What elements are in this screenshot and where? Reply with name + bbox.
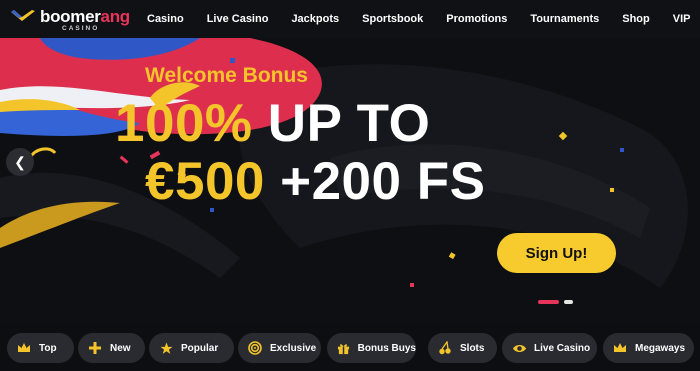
hero-banner: Welcome Bonus 100% UP TO €500 +200 FS ❮ … [0, 38, 700, 323]
category-top[interactable]: Top [7, 333, 74, 363]
game-category-bar: Top New Popular Exclusive Bonus Buys Slo… [0, 323, 700, 371]
cherries-icon [437, 340, 453, 356]
main-menu: Casino Live Casino Jackpots Sportsbook P… [147, 0, 700, 38]
nav-casino[interactable]: Casino [147, 13, 184, 25]
category-label: Megaways [635, 342, 686, 354]
sign-up-button[interactable]: Sign Up! [497, 233, 616, 273]
category-label: Popular [181, 342, 219, 354]
star-icon [158, 340, 174, 356]
bonus-headline: 100% UP TO €500 +200 FS [115, 95, 485, 211]
gift-icon [336, 340, 351, 356]
brand-name-part1: boomer [40, 7, 101, 26]
nav-sportsbook[interactable]: Sportsbook [362, 13, 423, 25]
category-megaways[interactable]: Megaways [603, 333, 694, 363]
chevron-left-icon: ❮ [14, 153, 26, 170]
eye-icon [511, 340, 527, 356]
category-label: Bonus Buys [357, 342, 416, 354]
welcome-bonus-label: Welcome Bonus [145, 64, 308, 87]
category-label: Slots [460, 342, 485, 354]
brand-wordmark: boomerang [40, 7, 130, 27]
category-label: New [110, 342, 131, 354]
category-bonus-buys[interactable]: Bonus Buys [327, 333, 416, 363]
headline-free-spins: +200 FS [264, 152, 486, 211]
category-label: Live Casino [534, 342, 591, 354]
target-icon [247, 340, 263, 356]
nav-promotions[interactable]: Promotions [446, 13, 507, 25]
carousel-dot-1[interactable] [538, 300, 559, 304]
plus-icon [87, 340, 103, 356]
carousel-dot-2[interactable] [564, 300, 573, 304]
carousel-pagination [538, 300, 578, 304]
brand-logo[interactable]: boomerang CASINO [10, 6, 130, 34]
category-slots[interactable]: Slots [428, 333, 497, 363]
brand-name-part2: ang [100, 7, 131, 26]
category-label: Top [39, 342, 57, 354]
nav-tournaments[interactable]: Tournaments [530, 13, 599, 25]
headline-line-1: 100% UP TO [115, 95, 485, 153]
brand-subtitle: CASINO [62, 25, 100, 32]
crown-icon [16, 340, 32, 356]
top-navigation: boomerang CASINO Casino Live Casino Jack… [0, 0, 700, 38]
headline-percent: 100% [115, 94, 253, 153]
nav-jackpots[interactable]: Jackpots [291, 13, 339, 25]
carousel-prev-button[interactable]: ❮ [6, 148, 34, 176]
boomerang-logo-icon [11, 10, 35, 21]
headline-amount: €500 [145, 152, 265, 211]
category-exclusive[interactable]: Exclusive [238, 333, 321, 363]
headline-up-to: UP TO [252, 94, 431, 153]
nav-shop[interactable]: Shop [622, 13, 650, 25]
category-live-casino[interactable]: Live Casino [502, 333, 597, 363]
nav-vip[interactable]: VIP [673, 13, 691, 25]
headline-line-2: €500 +200 FS [145, 153, 485, 211]
nav-live-casino[interactable]: Live Casino [207, 13, 269, 25]
category-label: Exclusive [270, 342, 317, 354]
crown-icon [612, 340, 628, 356]
category-popular[interactable]: Popular [149, 333, 234, 363]
category-new[interactable]: New [78, 333, 145, 363]
